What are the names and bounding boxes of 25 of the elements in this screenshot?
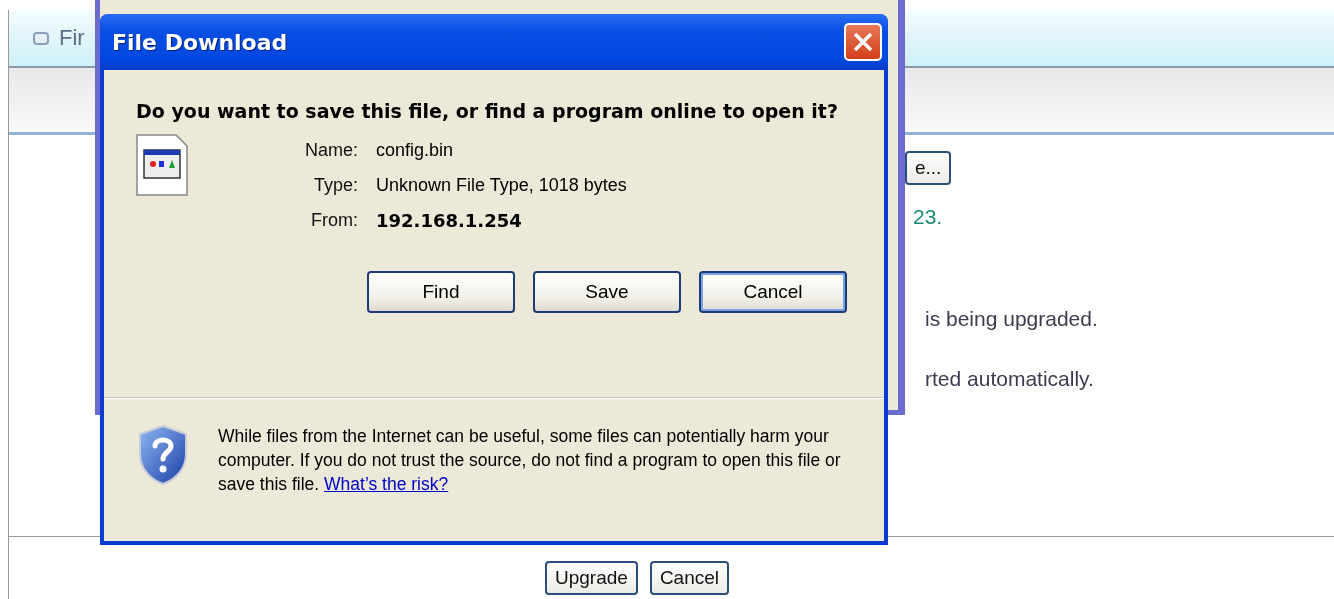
field-value: config.bin [376,140,455,161]
field-value: Unknown File Type, 1018 bytes [376,175,627,196]
note-text: is being upgraded. [925,307,1098,331]
version-text: 23. [913,205,943,229]
question-text: Do you want to save this file, or find a program online to open it? [136,100,839,122]
cancel-button[interactable]: Cancel [649,561,730,595]
field-label: Name: [304,140,358,161]
field-value: 192.168.1.254 [376,210,523,231]
close-button[interactable] [844,23,882,61]
note-text: rted automatically. [925,367,1095,391]
field-label: Type: [312,175,358,196]
warning-text: While files from the Internet can be useful, some files can potentially harm your computer. If you do not trust the source, do not find a program to open this file or save this file. What’s the risk? [218,425,842,496]
bullet-icon [33,31,49,45]
dialog-button[interactable]: Cancel [699,271,847,313]
upgrade-button[interactable]: Upgrade [545,561,638,595]
page-title: Fir [59,25,85,51]
shield-question-icon [136,424,190,486]
dialog-button[interactable]: Save [533,271,681,313]
field-label: From: [310,210,358,231]
file-icon [136,134,188,196]
dialog-button[interactable]: Find [367,271,515,313]
browse-button[interactable]: e... [905,151,952,185]
dialog-title: File Download [112,29,288,55]
close-icon [852,31,874,53]
risk-link[interactable]: What’s the risk? [324,474,449,494]
